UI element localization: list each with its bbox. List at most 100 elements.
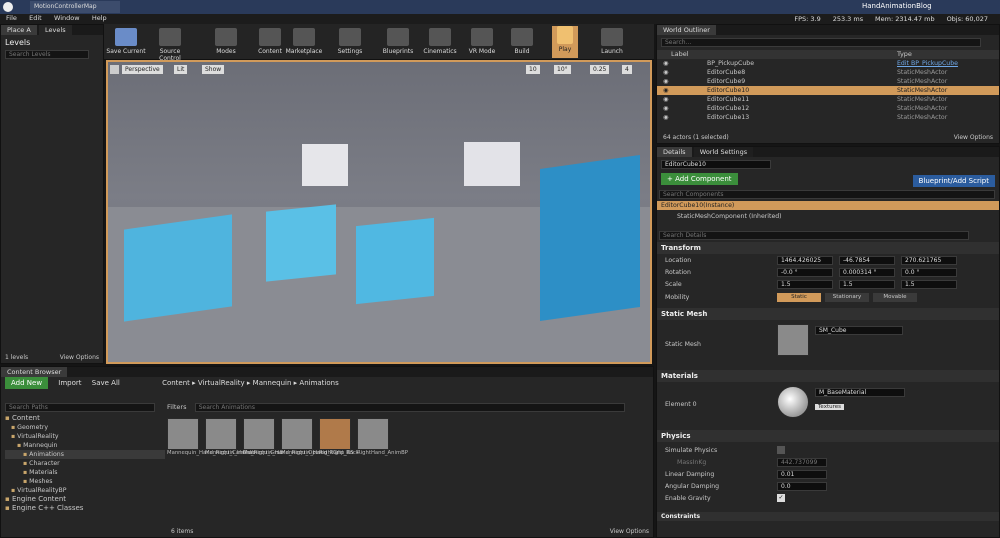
mobility-stationary[interactable]: Stationary (825, 293, 869, 302)
mobility-movable[interactable]: Movable (873, 293, 917, 302)
instance-row[interactable]: EditorCube10(Instance) (657, 201, 999, 210)
folder-tree-item[interactable]: ▪ Animations (5, 450, 165, 459)
static-mesh-header[interactable]: Static Mesh (657, 308, 999, 320)
breadcrumb-content[interactable]: Content (162, 379, 190, 387)
visibility-eye-icon[interactable]: ◉ (663, 86, 668, 95)
filters-button[interactable]: Filters (167, 403, 186, 411)
materials-header[interactable]: Materials (657, 370, 999, 382)
scale-x[interactable]: 1.5 (777, 280, 833, 289)
location-y[interactable]: -46.7854 (839, 256, 895, 265)
visibility-eye-icon[interactable]: ◉ (663, 68, 668, 77)
lit-button[interactable]: Lit (174, 65, 188, 74)
actor-name-field[interactable]: EditorCube10 (661, 160, 771, 169)
outliner-row[interactable]: ◉ EditorCube8 StaticMeshActor (657, 68, 999, 77)
folder-tree-item[interactable]: ▪ VirtualReality (5, 432, 165, 441)
breadcrumb-virtualreality[interactable]: VirtualReality (198, 379, 245, 387)
folder-tree-item[interactable]: ▪ Mannequin (5, 441, 165, 450)
content-view-options[interactable]: View Options (610, 528, 649, 535)
asset-tile[interactable]: Mannequin_Hand_Right_Rock (281, 418, 359, 457)
physics-header[interactable]: Physics (657, 430, 999, 442)
blueprint-add-script-button[interactable]: Blueprint/Add Script (912, 175, 995, 187)
breadcrumb-animations[interactable]: Animations (299, 379, 338, 387)
menu-edit[interactable]: Edit (29, 14, 42, 22)
outliner-row[interactable]: ◉ BP_PickupCube Edit BP_PickupCube (657, 59, 999, 68)
mobility-static[interactable]: Static (777, 293, 821, 302)
location-x[interactable]: 1464.426025 (777, 256, 833, 265)
simulate-physics-checkbox[interactable] (777, 446, 785, 454)
settings-button[interactable]: Settings (330, 28, 370, 55)
grid-snap-value[interactable]: 10 (526, 65, 540, 74)
tab-details[interactable]: Details (657, 147, 692, 157)
outliner-row[interactable]: ◉ EditorCube13 StaticMeshActor (657, 113, 999, 122)
folder-tree-item[interactable]: ▪ Engine Content (5, 495, 165, 504)
material-dropdown[interactable]: M_BaseMaterial (815, 388, 905, 397)
show-button[interactable]: Show (202, 65, 225, 74)
levels-view-options[interactable]: View Options (60, 354, 99, 361)
folder-tree-item[interactable]: ▪ VirtualRealityBP (5, 486, 165, 495)
search-animations-input[interactable] (194, 403, 625, 412)
transform-header[interactable]: Transform (657, 242, 999, 254)
outliner-row[interactable]: ◉ EditorCube9 StaticMeshActor (657, 77, 999, 86)
outliner-search-input[interactable] (661, 38, 981, 47)
blue-cube-tall[interactable] (540, 154, 640, 322)
blue-cube-selected[interactable] (356, 217, 434, 305)
asset-tile[interactable]: RightHand_AnimBP (357, 418, 408, 457)
outliner-view-options[interactable]: View Options (954, 134, 993, 141)
search-levels-input[interactable] (5, 50, 89, 59)
folder-tree-item[interactable]: ▪ Meshes (5, 477, 165, 486)
blue-cube-middle[interactable] (266, 204, 336, 282)
tab-place[interactable]: Place A (1, 25, 37, 35)
source-control-button[interactable]: Source Control (150, 28, 190, 62)
asset-tile[interactable]: Mannequin_Hand_Right_Open (243, 418, 322, 457)
camera-speed-value[interactable]: 4 (622, 65, 632, 74)
linear-damping-field[interactable]: 0.01 (777, 470, 827, 479)
col-label[interactable]: Label (671, 50, 689, 58)
import-button[interactable]: Import (58, 379, 81, 387)
folder-tree-item[interactable]: ▪ Character (5, 459, 165, 468)
play-button[interactable]: Play (552, 26, 578, 58)
outliner-row[interactable]: ◉ EditorCube11 StaticMeshActor (657, 95, 999, 104)
viewport-menu-button[interactable] (110, 65, 119, 74)
cinematics-button[interactable]: Cinematics (420, 28, 460, 55)
marketplace-button[interactable]: Marketplace (284, 28, 324, 55)
window-title-tab[interactable]: MotionControllerMap (30, 1, 120, 13)
mass-field[interactable]: 442.737099 (777, 458, 827, 467)
tab-content-browser[interactable]: Content Browser (1, 367, 68, 377)
folder-tree-item[interactable]: ▪ Content (5, 414, 165, 423)
static-mesh-thumbnail[interactable] (777, 324, 809, 356)
rotation-snap-value[interactable]: 10° (554, 65, 571, 74)
asset-tile[interactable]: Mannequin_Hand_Right_CanGrab (167, 418, 255, 457)
scale-snap-value[interactable]: 0.25 (590, 65, 610, 74)
outliner-row[interactable]: ◉ EditorCube12 StaticMeshActor (657, 104, 999, 113)
menu-file[interactable]: File (6, 14, 17, 22)
perspective-button[interactable]: Perspective (122, 65, 163, 74)
search-paths-input[interactable] (5, 403, 155, 412)
folder-tree-item[interactable]: ▪ Engine C++ Classes (5, 504, 165, 513)
build-button[interactable]: Build (502, 28, 542, 55)
rotation-x[interactable]: -0.0 ° (777, 268, 833, 277)
menu-help[interactable]: Help (92, 14, 107, 22)
tab-levels[interactable]: Levels (39, 25, 72, 35)
material-thumbnail[interactable] (777, 386, 809, 418)
modes-button[interactable]: Modes (206, 28, 246, 55)
textures-button[interactable]: Textures (815, 404, 844, 410)
folder-tree-item[interactable]: ▪ Geometry (5, 423, 165, 432)
static-mesh-dropdown[interactable]: SM_Cube (815, 326, 903, 335)
menu-window[interactable]: Window (54, 14, 80, 22)
visibility-eye-icon[interactable]: ◉ (663, 104, 668, 113)
constraints-header[interactable]: Constraints (657, 512, 999, 521)
rotation-z[interactable]: 0.0 ° (901, 268, 957, 277)
scale-z[interactable]: 1.5 (901, 280, 957, 289)
blueprints-button[interactable]: Blueprints (378, 28, 418, 55)
search-components-input[interactable] (659, 190, 995, 199)
blue-cube-large[interactable] (124, 214, 232, 322)
save-current-button[interactable]: Save Current (106, 28, 146, 55)
breadcrumb-mannequin[interactable]: Mannequin (253, 379, 292, 387)
col-type[interactable]: Type (897, 50, 912, 58)
vr-mode-button[interactable]: VR Mode (462, 28, 502, 55)
visibility-eye-icon[interactable]: ◉ (663, 59, 668, 68)
add-component-button[interactable]: + Add Component (661, 173, 738, 185)
outliner-row[interactable]: ◉ EditorCube10 StaticMeshActor (657, 86, 999, 95)
location-z[interactable]: 270.621765 (901, 256, 957, 265)
visibility-eye-icon[interactable]: ◉ (663, 95, 668, 104)
